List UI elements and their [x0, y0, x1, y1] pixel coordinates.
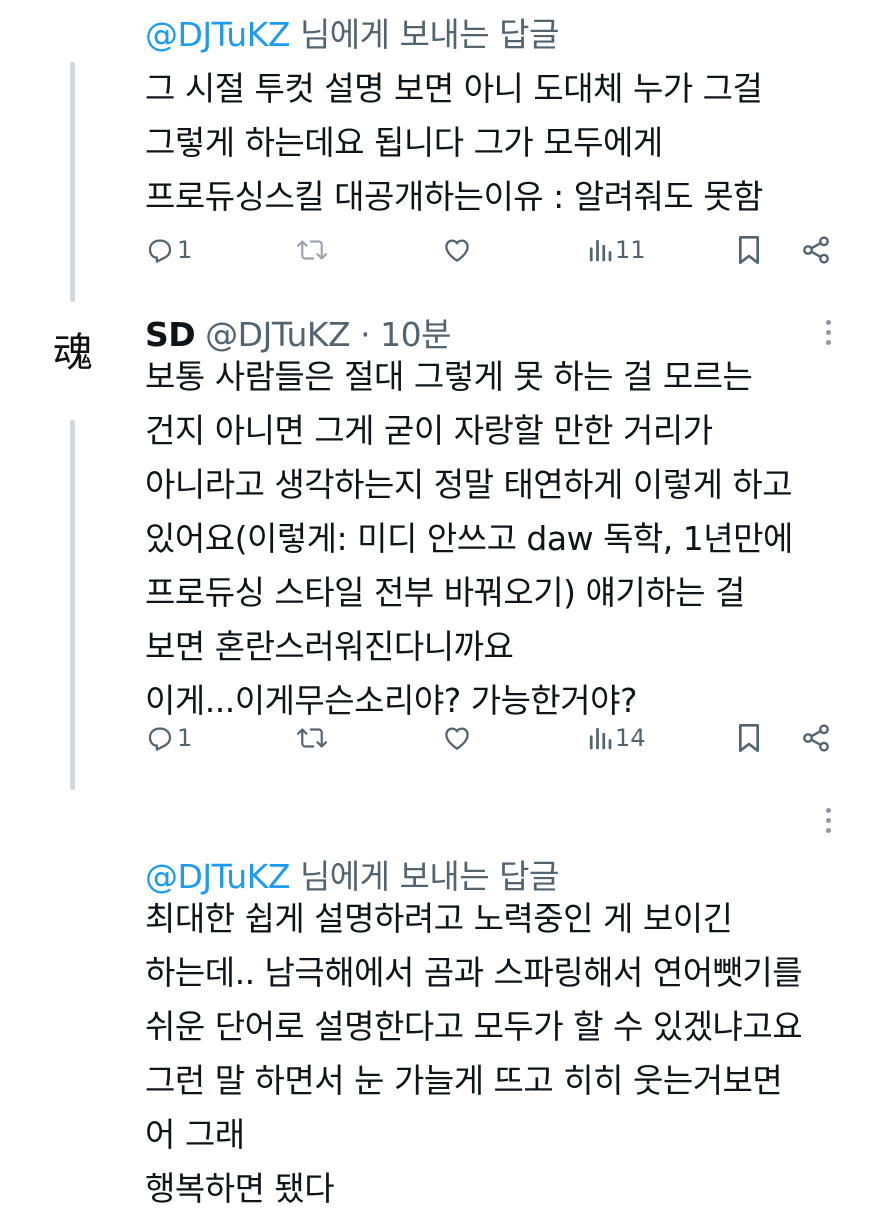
bookmark-icon — [738, 724, 759, 752]
action-bar: 1 14 — [145, 718, 845, 758]
action-bar: 1 11 — [145, 230, 845, 270]
replying-to: @DJTuKZ 님에게 보내는 답글 — [145, 8, 559, 56]
reply-button[interactable]: 1 — [145, 718, 192, 758]
views-button[interactable]: 14 — [587, 718, 646, 758]
repost-button[interactable] — [295, 718, 331, 758]
view-count: 11 — [615, 236, 646, 264]
share-button[interactable] — [800, 230, 832, 270]
reply-handle-link[interactable]: @DJTuKZ — [145, 15, 290, 54]
thread-line — [70, 420, 75, 790]
tweet-text: 최대한 쉽게 설명하려고 노력중인 게 보이긴 하는데.. 남극해에서 곰과 스… — [145, 899, 803, 1208]
reply-button[interactable]: 1 — [145, 230, 192, 270]
like-button[interactable] — [441, 718, 475, 758]
bookmark-button[interactable] — [735, 718, 763, 758]
author-handle[interactable]: @DJTuKZ — [205, 315, 350, 354]
tweet-text: 보통 사람들은 절대 그렇게 못 하는 걸 모르는 건지 아니면 그게 굳이 자… — [145, 357, 793, 720]
avatar-glyph: 魂 — [53, 330, 93, 376]
reply-to-label: 님에게 보내는 답글 — [289, 857, 559, 896]
author-row: SD @DJTuKZ · 10분 — [145, 308, 451, 356]
heart-icon — [445, 727, 469, 750]
more-options-icon[interactable] — [818, 312, 838, 352]
more-options-icon[interactable] — [818, 800, 838, 840]
share-icon — [803, 236, 829, 264]
reply-count: 1 — [177, 236, 193, 264]
share-icon — [803, 724, 829, 752]
bookmark-button[interactable] — [735, 230, 763, 270]
tweet-2[interactable]: 魂 SD @DJTuKZ · 10분 보통 사람들은 절대 그렇게 못 하는 걸… — [0, 300, 876, 790]
view-count: 14 — [615, 724, 646, 752]
meta-separator: · — [350, 315, 381, 354]
reply-icon — [148, 239, 172, 263]
repost-icon — [296, 240, 328, 260]
views-icon — [589, 239, 612, 262]
author-name[interactable]: SD — [145, 315, 196, 354]
reply-to-label: 님에게 보내는 답글 — [289, 15, 559, 54]
tweet-3[interactable]: @DJTuKZ 님에게 보내는 답글 최대한 쉽게 설명하려고 노력중인 게 보… — [0, 842, 876, 1208]
repost-icon — [296, 728, 328, 748]
bookmark-icon — [738, 236, 759, 264]
reply-handle-link[interactable]: @DJTuKZ — [145, 857, 290, 896]
tweet-time[interactable]: 10분 — [380, 315, 451, 354]
reply-count: 1 — [177, 724, 193, 752]
tweet-text: 그 시절 투컷 설명 보면 아니 도대체 누가 그걸 그렇게 하는데요 됩니다 … — [145, 69, 763, 216]
thread-line — [70, 62, 75, 302]
repost-button[interactable] — [295, 230, 331, 270]
reply-icon — [148, 727, 172, 751]
replying-to: @DJTuKZ 님에게 보내는 답글 — [145, 850, 559, 898]
avatar[interactable]: 魂 — [42, 322, 104, 384]
views-button[interactable]: 11 — [587, 230, 646, 270]
like-button[interactable] — [441, 230, 475, 270]
share-button[interactable] — [800, 718, 832, 758]
views-icon — [589, 727, 612, 750]
heart-icon — [445, 239, 469, 262]
tweet-1[interactable]: @DJTuKZ 님에게 보내는 답글 그 시절 투컷 설명 보면 아니 도대체 … — [0, 0, 876, 302]
